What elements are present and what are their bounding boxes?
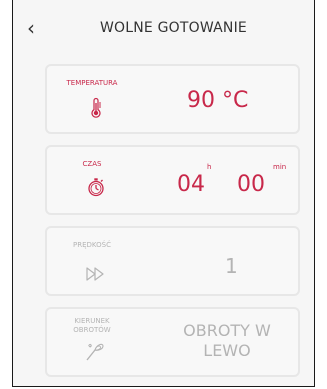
direction-card[interactable]: KIERUNEK OBROTÓW OBROTY W LEWO — [45, 307, 300, 377]
temperature-card[interactable]: TEMPERATURA 90 °C — [45, 64, 300, 134]
app-frame: ‹ WOLNE GOTOWANIE TEMPERATURA 90 °C CZAS — [12, 0, 315, 387]
temperature-label: TEMPERATURA — [66, 79, 118, 87]
speed-label: PRĘDKOŚĆ — [73, 241, 111, 249]
speed-card[interactable]: PRĘDKOŚĆ 1 — [45, 226, 300, 296]
time-hours-unit: h — [207, 163, 212, 171]
direction-value: OBROTY W LEWO — [167, 321, 287, 361]
time-card[interactable]: CZAS 04 h 00 min — [45, 145, 300, 215]
timer-icon — [84, 175, 108, 199]
temperature-value: 90 °C — [187, 88, 249, 113]
speed-icon — [84, 262, 108, 286]
time-hours-value: 04 — [177, 172, 205, 197]
back-chevron-icon[interactable]: ‹ — [27, 18, 45, 40]
time-minutes-value: 00 — [237, 172, 265, 197]
thermometer-icon — [84, 96, 108, 120]
page-title: WOLNE GOTOWANIE — [100, 20, 247, 36]
direction-label: KIERUNEK OBROTÓW — [57, 317, 127, 335]
direction-label-line2: OBROTÓW — [73, 326, 111, 334]
speed-value: 1 — [225, 254, 238, 278]
whisk-icon — [83, 339, 107, 363]
time-label: CZAS — [82, 160, 102, 168]
direction-label-line1: KIERUNEK — [74, 317, 110, 325]
time-minutes-unit: min — [273, 163, 287, 171]
direction-value-line1: OBROTY W — [183, 321, 271, 340]
direction-value-line2: LEWO — [203, 341, 251, 360]
header: ‹ WOLNE GOTOWANIE — [13, 0, 314, 60]
